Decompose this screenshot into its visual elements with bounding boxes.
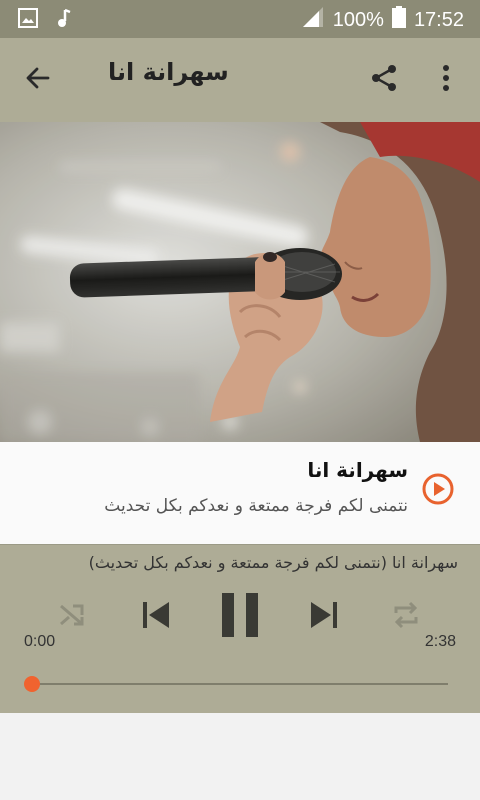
image-icon <box>18 8 38 32</box>
now-playing-text: سهرانة انا (نتمنى لكم فرجة ممتعة و نعدكم… <box>88 553 458 572</box>
app-bar: سهرانة انا <box>0 38 480 122</box>
play-circle-icon <box>422 473 454 509</box>
total-duration: 2:38 <box>424 633 456 650</box>
music-note-icon <box>56 8 72 32</box>
more-options-button[interactable] <box>428 60 464 100</box>
shuffle-icon <box>57 600 87 634</box>
seek-bar[interactable] <box>32 683 448 685</box>
battery-icon <box>391 6 406 34</box>
play-track-button[interactable] <box>420 473 456 509</box>
shuffle-button[interactable] <box>52 597 92 637</box>
bottom-area <box>0 713 480 800</box>
back-arrow-icon <box>24 64 52 96</box>
skip-next-icon <box>309 600 339 634</box>
page-title: سهرانة انا <box>108 58 229 86</box>
share-icon <box>369 63 399 97</box>
more-vert-icon <box>442 64 450 96</box>
back-button[interactable] <box>18 60 58 100</box>
seek-thumb[interactable] <box>24 676 40 692</box>
track-item[interactable]: سهرانة انا نتمنى لكم فرجة ممتعة و نعدكم … <box>0 442 480 544</box>
clock: 17:52 <box>413 8 464 31</box>
elapsed-time: 0:00 <box>24 633 56 650</box>
track-title: سهرانة انا <box>307 458 408 482</box>
battery-percent: 100% <box>332 8 384 31</box>
track-subtitle: نتمنى لكم فرجة ممتعة و نعدكم بكل تحديث <box>104 496 408 516</box>
next-button[interactable] <box>302 595 346 639</box>
share-button[interactable] <box>364 60 404 100</box>
repeat-button[interactable] <box>386 597 426 637</box>
hero-image <box>0 122 480 442</box>
status-bar: 100% 17:52 <box>0 0 480 38</box>
repeat-icon <box>391 600 421 634</box>
pause-icon <box>220 593 260 641</box>
music-player: سهرانة انا (نتمنى لكم فرجة ممتعة و نعدكم… <box>0 544 480 714</box>
pause-button[interactable] <box>214 591 266 643</box>
skip-previous-icon <box>141 600 171 634</box>
previous-button[interactable] <box>134 595 178 639</box>
signal-icon <box>301 6 325 34</box>
